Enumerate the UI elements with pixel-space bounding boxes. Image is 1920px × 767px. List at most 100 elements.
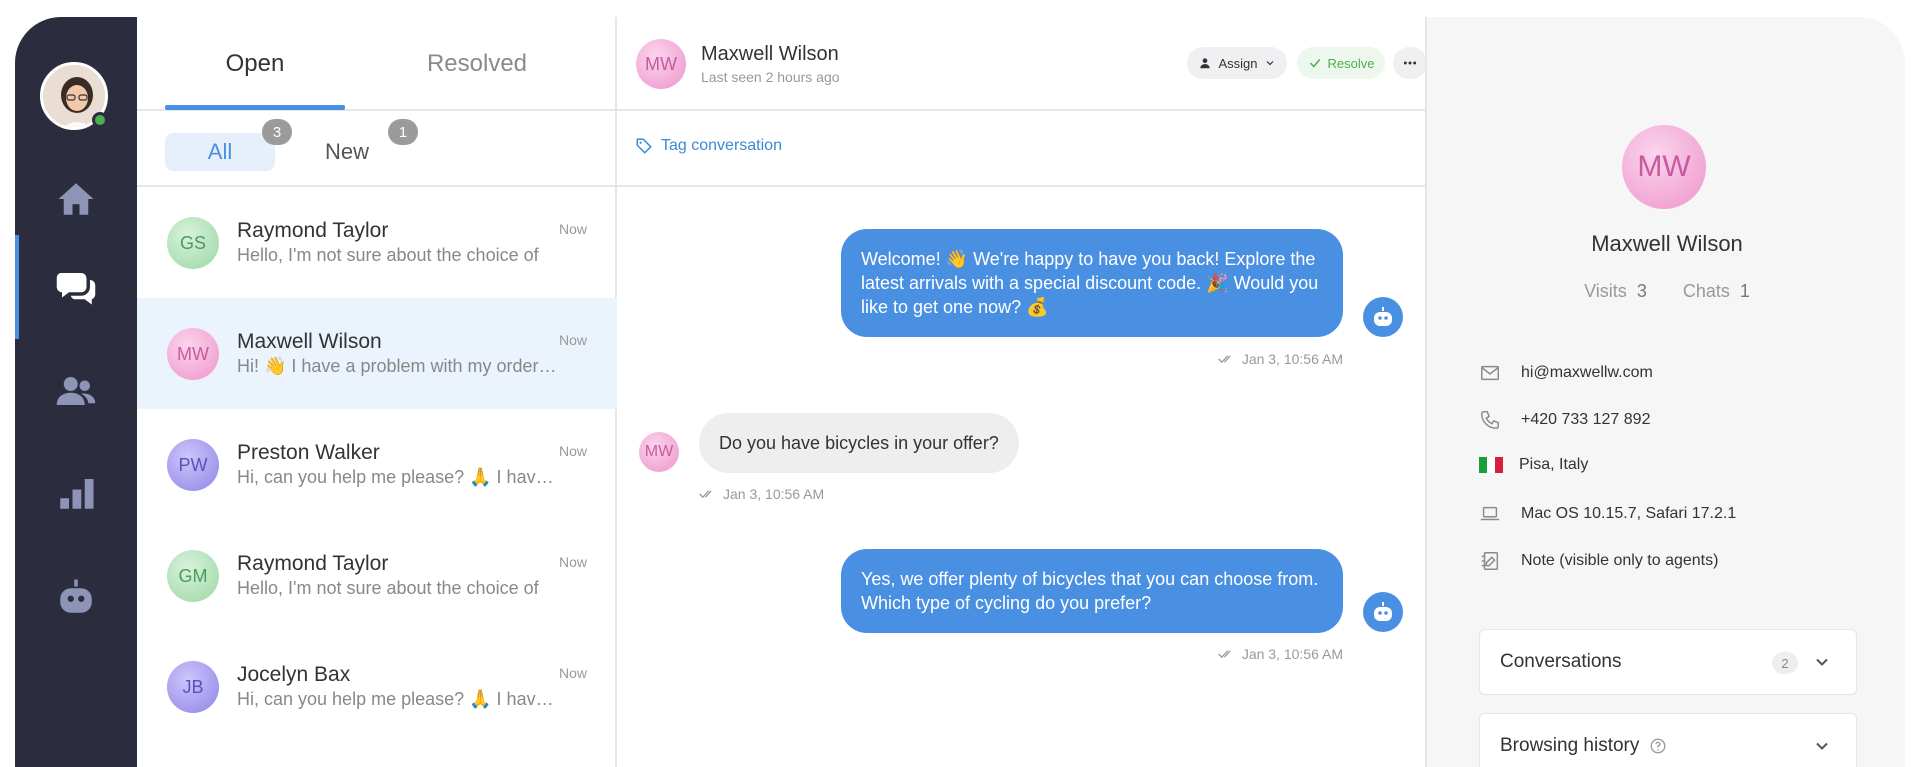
bot-icon <box>1374 307 1392 326</box>
tab-resolved[interactable]: Resolved <box>367 17 587 111</box>
message-preview: Hi! 👋 I have a problem with my order and <box>237 356 557 376</box>
conversation-item[interactable]: MW Maxwell Wilson Hi! 👋 I have a problem… <box>137 298 617 409</box>
bot-icon <box>1374 602 1392 621</box>
conversation-list-panel: Open Resolved All 3 New 1 GS Raymond Tay… <box>137 17 617 767</box>
phone-icon <box>1481 411 1499 429</box>
filter-all[interactable]: All <box>165 133 275 171</box>
more-options-button[interactable] <box>1393 47 1427 79</box>
contact-name: Preston Walker <box>237 441 380 464</box>
tab-active-underline <box>165 105 345 110</box>
conversations-section[interactable]: Conversations 2 <box>1479 629 1857 695</box>
chevron-down-icon <box>1266 61 1273 66</box>
app-window: Open Resolved All 3 New 1 GS Raymond Tay… <box>15 17 1905 767</box>
double-check-icon <box>699 490 712 499</box>
contact-name: Raymond Taylor <box>237 219 389 242</box>
contact-name: Jocelyn Bax <box>237 663 351 686</box>
online-status-dot <box>92 112 108 128</box>
chat-bubbles-icon <box>56 273 96 305</box>
double-check-icon <box>1218 355 1231 364</box>
tag-conversation-button[interactable]: Tag conversation <box>635 137 782 155</box>
mail-icon <box>1481 365 1499 381</box>
chat-contact-avatar: MW <box>636 39 686 89</box>
tag-conversation-label: Tag conversation <box>661 137 782 154</box>
double-check-icon <box>1218 650 1231 659</box>
tag-bar: Tag conversation <box>617 111 1425 187</box>
nav-reports[interactable] <box>15 463 137 523</box>
chat-panel: MW Maxwell Wilson Last seen 2 hours ago … <box>617 17 1427 767</box>
conversation-item[interactable]: GS Raymond Taylor Hello, I'm not sure ab… <box>137 187 617 298</box>
conversation-item[interactable]: JB Jocelyn Bax Hi, can you help me pleas… <box>137 631 617 742</box>
message-timestamp: Jan 3, 10:56 AM <box>1218 351 1343 367</box>
contact-avatar: GS <box>167 217 219 269</box>
nav-chats[interactable] <box>15 257 137 317</box>
tab-open[interactable]: Open <box>165 17 345 111</box>
message-preview: Hi, can you help me please? 🙏 I have a <box>237 689 557 709</box>
user-icon <box>1200 58 1211 69</box>
assign-button[interactable]: Assign <box>1187 47 1287 79</box>
conversation-item[interactable]: PW Preston Walker Hi, can you help me pl… <box>137 409 617 520</box>
contact-name: Raymond Taylor <box>237 552 389 575</box>
message-timestamp: Jan 3, 10:56 AM <box>699 486 824 502</box>
message-timestamp: Jan 3, 10:56 AM <box>1218 646 1343 662</box>
bar-chart-icon <box>60 479 94 509</box>
browsing-history-section[interactable]: Browsing history <box>1479 713 1857 767</box>
assign-label: Assign <box>1218 55 1258 71</box>
check-icon <box>1309 59 1320 68</box>
contact-name: Maxwell Wilson <box>237 330 382 353</box>
chat-header: MW Maxwell Wilson Last seen 2 hours ago … <box>617 17 1427 111</box>
chat-contact-name: Maxwell Wilson <box>701 43 839 65</box>
navigation-rail <box>15 17 137 767</box>
last-seen-text: Last seen 2 hours ago <box>701 69 840 85</box>
conversation-time: Now <box>558 443 587 459</box>
conversation-time: Now <box>558 332 587 348</box>
italy-flag-icon <box>1479 457 1503 473</box>
system-row: Mac OS 10.15.7, Safari 17.2.1 <box>1479 503 1859 525</box>
users-icon <box>56 377 96 405</box>
filter-bar: All 3 New 1 <box>137 111 617 187</box>
conversation-time: Now <box>558 665 587 681</box>
note-row[interactable]: Note (visible only to agents) <box>1479 550 1859 572</box>
bot-icon <box>60 579 92 613</box>
nav-contacts[interactable] <box>15 361 137 421</box>
contact-avatar: MW <box>167 328 219 380</box>
conversation-time: Now <box>558 554 587 570</box>
chevron-down-icon <box>1816 742 1828 750</box>
bot-avatar <box>1363 592 1403 632</box>
tag-icon <box>636 138 652 154</box>
profile-avatar: MW <box>1622 125 1706 209</box>
nav-chatbot[interactable] <box>15 567 137 627</box>
incoming-message: Do you have bicycles in your offer? <box>699 413 1019 473</box>
contact-avatar: GM <box>167 550 219 602</box>
nav-home[interactable] <box>15 169 137 229</box>
status-tabs: Open Resolved <box>137 17 617 111</box>
home-icon <box>58 183 94 215</box>
message-preview: Hello, I'm not sure about the choice of <box>237 245 539 265</box>
contact-avatar: JB <box>167 661 219 713</box>
notebook-icon <box>1481 552 1499 570</box>
message-preview: Hi, can you help me please? 🙏 I have a <box>237 467 557 487</box>
message-preview: Hello, I'm not sure about the choice of <box>237 578 539 598</box>
profile-name: Maxwell Wilson <box>1591 231 1743 256</box>
more-horizontal-icon <box>1403 61 1417 65</box>
bot-avatar <box>1363 297 1403 337</box>
email-row[interactable]: hi@maxwellw.com <box>1479 362 1859 384</box>
help-circle-icon[interactable] <box>1649 737 1667 755</box>
conversation-item[interactable]: GM Raymond Taylor Hello, I'm not sure ab… <box>137 520 617 631</box>
outgoing-message: Yes, we offer plenty of bicycles that yo… <box>841 549 1343 633</box>
conversations-count-badge: 2 <box>1772 652 1798 674</box>
resolve-button[interactable]: Resolve <box>1297 47 1385 79</box>
location-row: Pisa, Italy <box>1479 456 1859 474</box>
contact-small-avatar: MW <box>639 432 679 472</box>
new-count-badge: 1 <box>388 119 418 145</box>
profile-stats: Visits 3 Chats 1 <box>1427 281 1905 302</box>
contact-profile-panel: MW Maxwell Wilson Visits 3 Chats 1 hi@maxw… <box>1425 17 1905 767</box>
resolve-label: Resolve <box>1327 55 1375 71</box>
outgoing-message: Welcome! 👋 We're happy to have you back!… <box>841 229 1343 337</box>
chats-stat: Chats 1 <box>1682 281 1750 301</box>
phone-row[interactable]: +420 733 127 892 <box>1479 409 1859 431</box>
chevron-down-icon <box>1816 658 1828 666</box>
conversation-time: Now <box>558 221 587 237</box>
laptop-icon <box>1480 506 1500 521</box>
visits-stat: Visits 3 <box>1584 281 1647 301</box>
contact-avatar: PW <box>167 439 219 491</box>
